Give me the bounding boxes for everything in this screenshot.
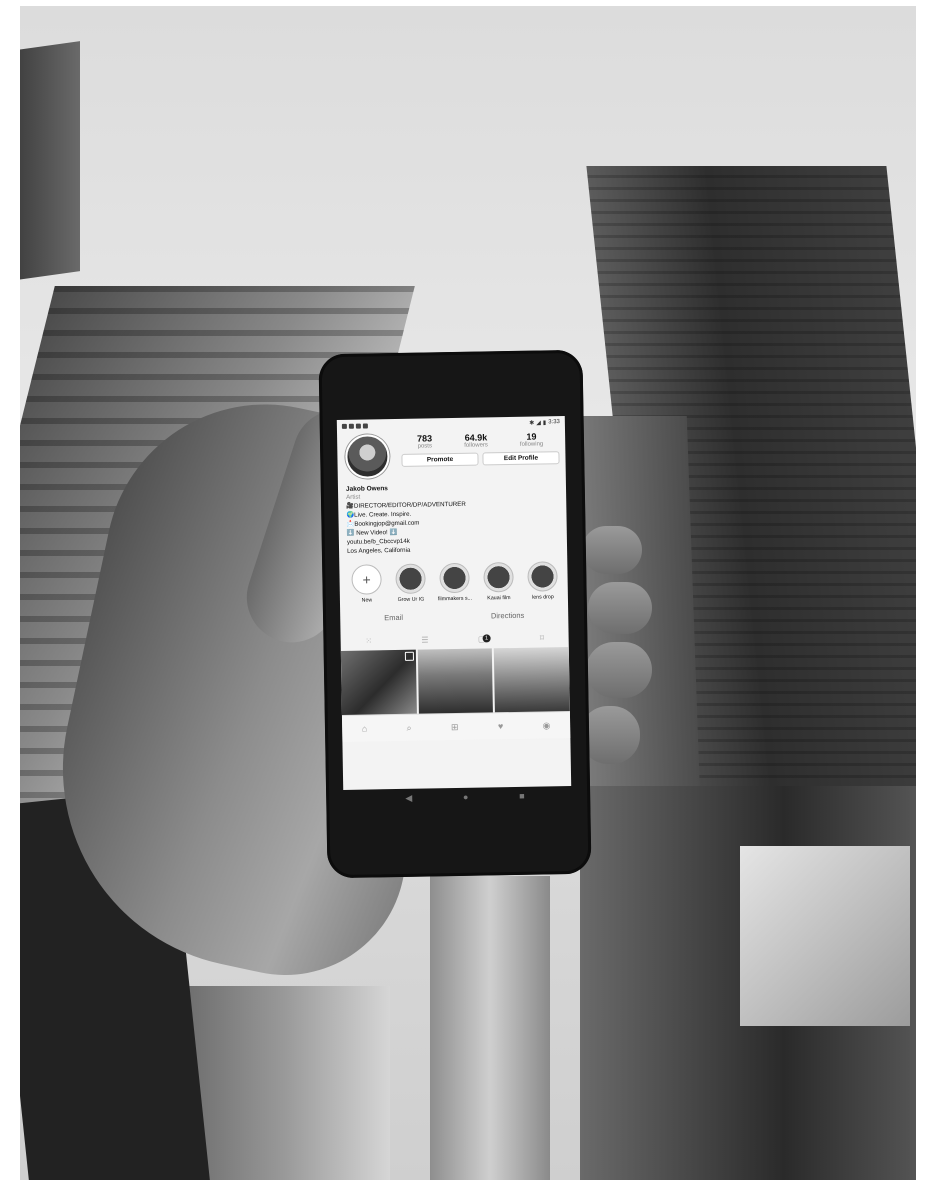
heart-icon[interactable]: ♥ (498, 721, 504, 731)
multi-photo-icon (404, 652, 414, 662)
billboard (740, 846, 910, 1026)
followers-count: 64.9k (464, 432, 488, 443)
profile-icon[interactable]: ◉ (542, 720, 550, 731)
plus-icon: + (351, 564, 382, 596)
battery-icon: ▮ (542, 419, 547, 426)
status-time: 3:33 (548, 418, 560, 425)
notification-icons (341, 422, 368, 429)
story-highlights: + New Grow Ur IG filmmakers s... Kauai f… (339, 553, 568, 604)
bottom-nav: ⌂ ⌕ ⊞ ♥ ◉ (341, 711, 571, 743)
back-icon[interactable]: ◀ (405, 793, 412, 804)
home-icon[interactable]: ⌂ (362, 724, 368, 734)
highlight-label: Grow Ur IG (397, 596, 425, 604)
saved-icon[interactable]: ⌑ (540, 633, 544, 642)
highlight-cover (483, 562, 514, 593)
notification-icon (362, 422, 368, 429)
add-icon[interactable]: ⊞ (451, 722, 459, 733)
highlight-label: lens drop (531, 594, 554, 601)
highlight-label: filmmakers s... (437, 595, 473, 603)
posts-label: posts (417, 443, 432, 450)
highlight-item[interactable]: Kauai film (477, 562, 520, 602)
contact-actions: Email Directions (340, 610, 568, 623)
highlight-cover (527, 561, 558, 593)
email-button[interactable]: Email (384, 613, 403, 622)
post-thumbnail[interactable] (417, 648, 494, 714)
profile-header: 783 posts 64.9k followers 19 following P… (337, 428, 566, 479)
home-circle-icon[interactable]: ● (463, 792, 469, 803)
notification-icon (341, 423, 347, 429)
search-icon[interactable]: ⌕ (407, 723, 412, 734)
highlight-label: New (361, 597, 373, 604)
signal-icon: ◢ (536, 419, 541, 427)
youtube-icon (348, 423, 354, 429)
tagged-icon[interactable]: ▢1 (478, 634, 491, 643)
notification-icon (355, 423, 361, 429)
following-label: following (519, 441, 544, 448)
posts-stat[interactable]: 783 posts (417, 433, 432, 449)
highlight-item[interactable]: lens drop (521, 561, 564, 601)
profile-bio: Jakob Owens Artist 🎥DIRECTOR/EDITOR/DP/A… (338, 475, 567, 557)
recents-icon[interactable]: ■ (519, 791, 525, 802)
highlight-label: Kauai film (487, 595, 511, 602)
highlight-cover (439, 563, 470, 594)
following-count: 19 (526, 431, 537, 442)
posts-count: 783 (417, 433, 433, 444)
followers-label: followers (464, 442, 488, 449)
avatar[interactable] (345, 434, 390, 479)
grid-icon[interactable]: ⁙ (365, 636, 372, 645)
bluetooth-icon: ✱ (529, 420, 535, 427)
highlight-item[interactable]: filmmakers s... (433, 563, 476, 603)
finger-1 (582, 526, 642, 574)
directions-button[interactable]: Directions (491, 611, 524, 621)
finger-2 (588, 582, 652, 634)
post-grid (340, 647, 570, 716)
tagged-badge: 1 (482, 634, 491, 643)
promote-button[interactable]: Promote (401, 452, 479, 467)
post-thumbnail[interactable] (340, 649, 417, 716)
post-thumbnail[interactable] (494, 647, 570, 713)
highlight-item[interactable]: Grow Ur IG (389, 563, 432, 604)
profile-tabs: ⁙ ☰ ▢1 ⌑ (341, 631, 569, 647)
following-stat[interactable]: 19 following (519, 431, 544, 448)
list-icon[interactable]: ☰ (421, 635, 428, 644)
highlight-cover (395, 563, 426, 595)
edit-profile-button[interactable]: Edit Profile (482, 451, 560, 466)
building-left-top (20, 41, 80, 281)
phone-screen: ✱ ◢ ▮ 3:33 783 posts 64.9k followers 19 … (336, 416, 572, 790)
finger-3 (586, 642, 652, 698)
highlight-new[interactable]: + New (345, 564, 388, 604)
followers-stat[interactable]: 64.9k followers (464, 432, 488, 448)
building-bottom-center (430, 876, 550, 1180)
